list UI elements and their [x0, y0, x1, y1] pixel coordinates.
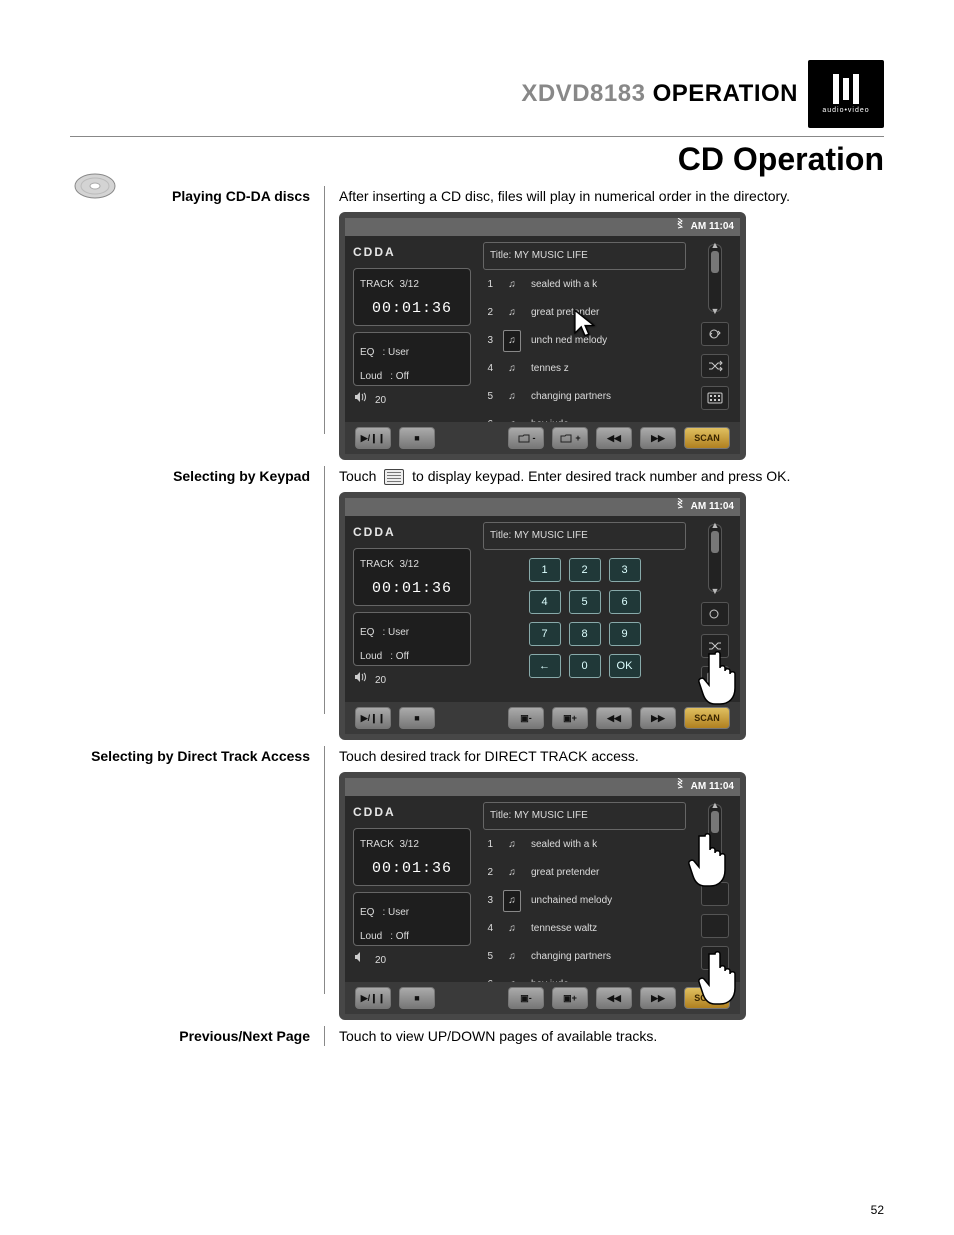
track-row[interactable]: 1♫sealed with a k [483, 834, 686, 856]
track-scrollbar[interactable]: ▲▼ [708, 524, 722, 592]
bluetooth-icon [675, 217, 685, 237]
mode-label: CDDA [353, 242, 471, 262]
row-text: Touch to display keypad. Enter desired t… [339, 466, 884, 486]
cd-disc-icon [72, 168, 122, 209]
device-screen-2: AM 11:04 CDDA TRACK 3/12 00:01:36 EQ: Us… [339, 492, 746, 740]
play-pause-button[interactable]: ▶/❙❙ [355, 427, 391, 449]
next-button[interactable]: ▶▶ [640, 987, 676, 1009]
folder-up-button[interactable]: + [552, 427, 588, 449]
clock-text: AM 11:04 [691, 497, 734, 517]
track-row[interactable]: 4♫tennesse waltz [483, 918, 686, 940]
brand-logo: audio•video [808, 60, 884, 128]
speaker-icon [353, 390, 367, 412]
note-icon: ♫ [503, 386, 521, 408]
row-label: Selecting by Direct Track Access [70, 746, 325, 994]
keypad-key[interactable]: 2 [569, 558, 601, 582]
shuffle-button[interactable] [701, 914, 729, 938]
note-icon: ♫ [503, 330, 521, 352]
bluetooth-icon [675, 497, 685, 517]
keypad-inline-icon [384, 469, 404, 485]
next-button[interactable]: ▶▶ [640, 707, 676, 729]
note-icon: ♫ [503, 834, 521, 856]
folder-down-button[interactable]: ▣- [508, 987, 544, 1009]
cursor-icon [570, 308, 600, 338]
folder-up-button[interactable]: ▣+ [552, 987, 588, 1009]
row-text: Touch to view UP/DOWN pages of available… [325, 1026, 884, 1046]
prev-button[interactable]: ◀◀ [596, 427, 632, 449]
keypad-key-ok[interactable]: OK [609, 654, 641, 678]
row-text: Touch desired track for DIRECT TRACK acc… [339, 746, 884, 766]
row-selecting-keypad: Selecting by Keypad Touch to display key… [70, 466, 884, 740]
touch-hand-icon [695, 646, 745, 706]
keypad-key-back[interactable]: ← [529, 654, 561, 678]
note-icon: ♫ [503, 862, 521, 884]
keypad-key[interactable]: 0 [569, 654, 601, 678]
note-icon: ♫ [503, 946, 521, 968]
prev-button[interactable]: ◀◀ [596, 987, 632, 1009]
keypad-key[interactable]: 3 [609, 558, 641, 582]
note-icon: ♫ [503, 358, 521, 380]
prev-button[interactable]: ◀◀ [596, 707, 632, 729]
note-icon: ♫ [503, 302, 521, 324]
row-direct-track: Selecting by Direct Track Access Touch d… [70, 746, 884, 1020]
row-label: Selecting by Keypad [70, 466, 325, 714]
track-title-bar: Title: MY MUSIC LIFE [483, 242, 686, 270]
keypad-key[interactable]: 1 [529, 558, 561, 582]
keypad-key[interactable]: 7 [529, 622, 561, 646]
keypad-key[interactable]: 9 [609, 622, 641, 646]
row-prev-next: Previous/Next Page Touch to view UP/DOWN… [70, 1026, 884, 1046]
repeat-button[interactable] [701, 602, 729, 626]
clock-text: AM 11:04 [691, 777, 734, 797]
touch-hand-icon [685, 828, 735, 888]
track-scrollbar[interactable]: ▲▼ [708, 244, 722, 312]
doc-header: XDVD8183 OPERATION [521, 80, 798, 108]
mode-label: CDDA [353, 522, 471, 542]
row-playing-cdda: Playing CD-DA discs After inserting a CD… [70, 186, 884, 460]
track-row[interactable]: 4♫tennes z [483, 358, 686, 380]
keypad-key[interactable]: 8 [569, 622, 601, 646]
clock-text: AM 11:04 [691, 217, 734, 237]
keypad-key[interactable]: 6 [609, 590, 641, 614]
stop-button[interactable]: ■ [399, 707, 435, 729]
stop-button[interactable]: ■ [399, 987, 435, 1009]
folder-up-button[interactable]: ▣+ [552, 707, 588, 729]
track-row[interactable]: 1♫sealed with a k [483, 274, 686, 296]
device-screen-1: AM 11:04 CDDA TRACK 3/12 00:01:36 EQ: Us… [339, 212, 746, 460]
volume-value: 20 [375, 391, 386, 411]
elapsed-time: 00:01:36 [360, 299, 464, 319]
speaker-icon [353, 950, 367, 972]
keypad-key[interactable]: 5 [569, 590, 601, 614]
keypad-toggle-button[interactable] [701, 386, 729, 410]
keypad-key[interactable]: 4 [529, 590, 561, 614]
bluetooth-icon [675, 777, 685, 797]
track-row[interactable]: 5♫changing partners [483, 386, 686, 408]
shuffle-button[interactable] [701, 354, 729, 378]
note-icon: ♫ [503, 274, 521, 296]
folder-down-button[interactable]: - [508, 427, 544, 449]
speaker-icon [353, 670, 367, 692]
row-label: Playing CD-DA discs [70, 186, 325, 434]
touch-hand-icon [695, 946, 745, 1006]
track-row[interactable]: 2♫great pretender [483, 862, 686, 884]
section-title: CD Operation [70, 141, 884, 178]
track-row[interactable]: 5♫changing partners [483, 946, 686, 968]
model-code: XDVD8183 [521, 80, 645, 107]
next-button[interactable]: ▶▶ [640, 427, 676, 449]
stop-button[interactable]: ■ [399, 427, 435, 449]
folder-down-button[interactable]: ▣- [508, 707, 544, 729]
play-pause-button[interactable]: ▶/❙❙ [355, 707, 391, 729]
row-label: Previous/Next Page [70, 1026, 325, 1046]
scan-button[interactable]: SCAN [684, 427, 730, 449]
scan-button[interactable]: SCAN [684, 707, 730, 729]
page-number: 52 [871, 1203, 884, 1217]
play-pause-button[interactable]: ▶/❙❙ [355, 987, 391, 1009]
note-icon: ♫ [503, 918, 521, 940]
track-row[interactable]: 3♫unchained melody [483, 890, 686, 912]
header-word: OPERATION [653, 80, 798, 107]
keypad-grid: 1 2 3 4 5 6 7 8 9 ← 0 OK [483, 558, 686, 678]
device-screen-3: AM 11:04 CDDA TRACK 3/12 00:01:36 EQ: Us… [339, 772, 746, 1020]
note-icon: ♫ [503, 890, 521, 912]
repeat-button[interactable] [701, 322, 729, 346]
row-text: After inserting a CD disc, files will pl… [339, 186, 884, 206]
